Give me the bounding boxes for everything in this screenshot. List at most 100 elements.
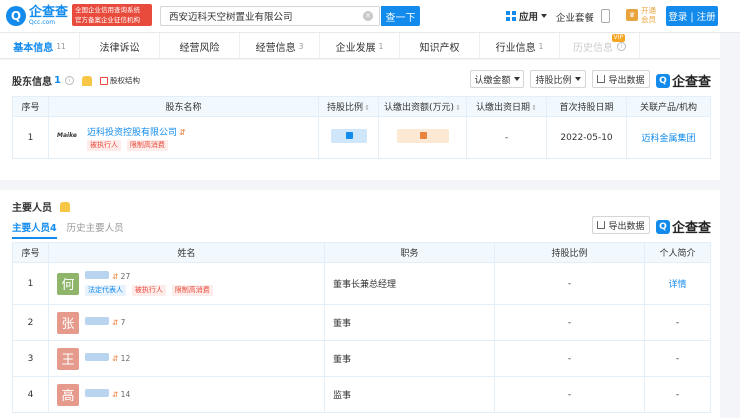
top-bar: Q 企查查Qcc.com 全国企业信用查询系统 官方备案企业征信机构 ✕ 查一下… [0, 0, 740, 33]
personnel-section: 主要人员 主要人员4 历史主要人员 导出数据 Q 企查查 序号 姓名 职务 持股比… [0, 190, 720, 418]
tab-industry[interactable]: 行业信息 1 [480, 33, 560, 59]
equity-structure-link[interactable]: 股权结构 [99, 75, 140, 86]
row-index: 1 [12, 116, 49, 159]
bell-icon[interactable] [60, 201, 70, 212]
logo-name: 企查查 [29, 4, 69, 20]
shareholders-section: 股东信息 1 i 股权结构 认缴金额 持股比例 导出数据 Q 企查查 序号 股东名称… [0, 60, 720, 180]
tab-legal[interactable]: 法律诉讼 [80, 33, 160, 59]
tab-current-personnel[interactable]: 主要人员4 [12, 220, 57, 239]
tag-executed-person[interactable]: 被执行人 [87, 139, 121, 151]
search-input[interactable] [161, 7, 361, 25]
gov-badge-line2: 官方备案企业征信机构 [75, 16, 140, 24]
col-ratio[interactable]: 持股比例⇕ [318, 96, 379, 117]
tab-ip[interactable]: 知识产权 [400, 33, 480, 59]
relation-icon[interactable]: ⇵ [179, 128, 186, 137]
personnel-title: 主要人员 [12, 199, 70, 214]
relation-count[interactable]: ⇵ 27 [112, 272, 130, 281]
table-row: 3 王 ⇵ 12 董事 - - [12, 340, 711, 377]
clear-icon[interactable]: ✕ [363, 11, 373, 21]
col-first-date: 首次持股日期 [546, 96, 627, 117]
vip-line1: 开通 [641, 6, 656, 15]
export-button[interactable]: 导出数据 [592, 70, 650, 88]
bell-icon[interactable] [81, 75, 92, 86]
filter-ratio-dropdown[interactable]: 持股比例 [530, 70, 586, 88]
avatar[interactable]: 何 [57, 272, 79, 295]
tab-development[interactable]: 企业发展 1 [320, 33, 400, 59]
first-date: 2022-05-10 [546, 116, 627, 159]
export-icon [597, 75, 606, 83]
relation-count[interactable]: ⇵ 14 [112, 390, 130, 399]
relation-count[interactable]: ⇵ 12 [112, 354, 130, 363]
info-icon[interactable]: i [64, 76, 74, 85]
logo-mark-icon: Q [6, 6, 26, 26]
logo-domain: Qcc.com [29, 18, 56, 26]
login-register-button[interactable]: 登录 | 注册 [666, 6, 718, 26]
tag-consumption-limit[interactable]: 限制高消费 [171, 285, 213, 296]
col-ratio: 持股比例 [494, 242, 645, 263]
structure-icon [99, 76, 108, 85]
search-button[interactable]: 查一下 [381, 6, 420, 26]
tab-basic-info[interactable]: 基本信息 11 [0, 33, 80, 59]
chevron-down-icon [513, 77, 520, 81]
col-position: 职务 [324, 242, 495, 263]
vip-button[interactable]: ♛ 开通 会员 [626, 6, 656, 24]
person-name-link[interactable] [85, 317, 109, 325]
tab-history[interactable]: 历史信息 i VIP [560, 33, 640, 59]
main-tabs: 基本信息 11 法律诉讼 经营风险 经营信息 3 企业发展 1 知识产权 行业信息 1 … [0, 33, 720, 59]
shareholders-title: 股东信息 1 i 股权结构 [12, 75, 140, 88]
avatar[interactable]: 张 [57, 311, 79, 334]
tab-history-personnel[interactable]: 历史主要人员 [67, 220, 124, 239]
export-button[interactable]: 导出数据 [592, 216, 650, 234]
col-product: 关联产品/机构 [626, 96, 711, 117]
locked-ratio[interactable] [330, 129, 367, 143]
sub-date: - [466, 116, 547, 159]
export-icon [597, 221, 606, 229]
col-name: 股东名称 [48, 96, 319, 117]
bio-detail-link[interactable]: 详情 [668, 280, 686, 290]
col-amount[interactable]: 认缴出资额(万元)⇕ [378, 96, 467, 117]
grid-icon [506, 11, 516, 21]
tab-risk[interactable]: 经营风险 [160, 33, 240, 59]
tab-operation[interactable]: 经营信息 3 [240, 33, 320, 59]
relation-count[interactable]: ⇵ 7 [112, 318, 125, 327]
lock-icon [345, 132, 353, 139]
tag-executed-person[interactable]: 被执行人 [131, 285, 166, 296]
info-icon: i [617, 41, 626, 51]
enterprise-package-link[interactable]: 企业套餐 [556, 10, 594, 24]
shareholders-table: 序号 股东名称 持股比例⇕ 认缴出资额(万元)⇕ 认缴出资日期⇕ 首次持股日期 … [12, 96, 711, 159]
avatar[interactable]: 王 [57, 347, 79, 370]
table-row: 2 张 ⇵ 7 董事 - - [12, 304, 711, 341]
tag-legal-rep[interactable]: 法定代表人 [85, 285, 126, 296]
qcc-logo-icon: Q [656, 73, 670, 88]
tag-consumption-limit[interactable]: 限制高消费 [126, 139, 168, 151]
mobile-phone-icon[interactable] [601, 9, 610, 23]
person-name-link[interactable] [85, 271, 109, 279]
person-name-link[interactable] [85, 353, 109, 361]
app-label: 应用 [519, 12, 539, 23]
vip-line2: 会员 [641, 15, 656, 24]
product-link[interactable]: 迈科金属集团 [641, 134, 695, 144]
col-index: 序号 [12, 242, 49, 263]
personnel-table: 序号 姓名 职务 持股比例 个人简介 1 何 ⇵ 27 法定代表人 被执行人 限… [12, 242, 711, 413]
vip-badge: VIP [611, 34, 625, 42]
table-row: 4 高 ⇵ 14 监事 - - [12, 376, 711, 413]
qcc-logo[interactable]: Q 企查查 Qcc.com [6, 5, 68, 27]
filter-amount-dropdown[interactable]: 认缴金额 [470, 70, 524, 88]
shareholder-name-link[interactable]: 迈科投资控股有限公司 [87, 128, 177, 138]
table-row: 1 何 ⇵ 27 法定代表人 被执行人 限制高消费 董事长兼总经理 - 详情 [12, 262, 711, 305]
avatar[interactable]: 高 [57, 383, 79, 406]
chevron-down-icon [541, 14, 548, 18]
col-name: 姓名 [48, 242, 325, 263]
lock-icon [419, 132, 427, 139]
locked-amount[interactable] [396, 129, 449, 143]
col-index: 序号 [12, 96, 49, 117]
sort-icon: ⇕ [364, 104, 370, 112]
col-sub-date[interactable]: 认缴出资日期⇕ [466, 96, 547, 117]
chevron-down-icon [574, 77, 581, 81]
app-menu-button[interactable]: 应用 [506, 9, 548, 23]
qcc-logo-icon: Q [656, 219, 670, 234]
sort-icon: ⇕ [455, 104, 461, 112]
personnel-subtabs: 主要人员4 历史主要人员 [12, 220, 124, 239]
person-name-link[interactable] [85, 389, 109, 397]
gov-badge[interactable]: 全国企业信用查询系统 官方备案企业征信机构 [72, 4, 152, 26]
